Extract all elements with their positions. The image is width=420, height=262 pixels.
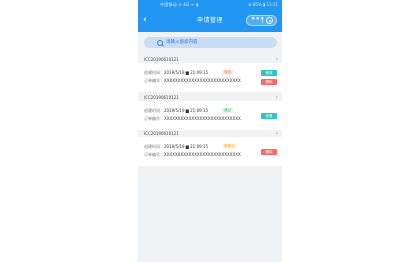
order-value: XXXXXXXXXXXXXXXXXXXXXXXXXXXX bbox=[164, 78, 241, 83]
card-header[interactable]: ICC20190610121 › bbox=[138, 56, 282, 63]
empty-area bbox=[138, 166, 282, 262]
order-label: 订单编号： bbox=[144, 78, 164, 83]
card-order-number: ICC20190610121 bbox=[144, 95, 179, 100]
search-placeholder: 请输入搜索内容 bbox=[166, 40, 198, 45]
order-value: XXXXXXXXXXXXXXXXXXXXXXXXXXXX bbox=[164, 152, 241, 157]
mini-program-capsule: ••• bbox=[246, 15, 277, 26]
order-row: 订单编号：XXXXXXXXXXXXXXXXXXXXXXXXXXXX bbox=[144, 152, 241, 158]
time-value: 2019/5/19 ▆ 21:09:15 bbox=[164, 108, 209, 113]
edit-button[interactable]: 修改 bbox=[261, 70, 277, 76]
status-badge: 通过 bbox=[222, 108, 233, 113]
status-badge: 驳回 bbox=[222, 70, 233, 75]
card-order-number: ICC20190610121 bbox=[144, 131, 179, 136]
nav-bar: ‹ 申请管理 ••• bbox=[138, 9, 282, 32]
chevron-right-icon[interactable]: › bbox=[276, 94, 278, 101]
order-label: 订单编号： bbox=[144, 152, 164, 157]
search-icon bbox=[157, 40, 163, 46]
order-row: 订单编号：XXXXXXXXXXXXXXXXXXXXXXXXXXXX bbox=[144, 78, 241, 84]
order-value: XXXXXXXXXXXXXXXXXXXXXXXXXXXX bbox=[164, 116, 241, 121]
time-row: 创建时间：2019/5/19 ▆ 21:09:15 bbox=[144, 70, 208, 76]
view-button[interactable]: 查看 bbox=[261, 113, 277, 119]
card-header[interactable]: ICC20190610121 › bbox=[138, 130, 282, 137]
card-header[interactable]: ICC20190610121 › bbox=[138, 94, 282, 101]
order-label: 订单编号： bbox=[144, 116, 164, 121]
card-order-number: ICC20190610121 bbox=[144, 57, 179, 62]
time-row: 创建时间：2019/5/19 ▆ 21:09:15 bbox=[144, 144, 208, 150]
status-bar-time: ⊕ 85% ▮ 13:11 bbox=[248, 2, 278, 7]
time-value: 2019/5/19 ▆ 21:09:15 bbox=[164, 70, 209, 75]
card-body: 创建时间：2019/5/19 ▆ 21:09:15 订单编号：XXXXXXXXX… bbox=[138, 137, 282, 159]
time-label: 创建时间： bbox=[144, 108, 164, 113]
status-bar-carrier: 中国移动 ⊙ 4G ᯤ ▮ bbox=[160, 2, 199, 7]
time-label: 创建时间： bbox=[144, 144, 164, 149]
application-card[interactable]: ICC20190610121 › 创建时间：2019/5/19 ▆ 21:09:… bbox=[138, 94, 282, 130]
order-row: 订单编号：XXXXXXXXXXXXXXXXXXXXXXXXXXXX bbox=[144, 116, 241, 122]
search-input[interactable]: 请输入搜索内容 bbox=[144, 37, 277, 48]
card-body: 创建时间：2019/5/19 ▆ 21:09:15 订单编号：XXXXXXXXX… bbox=[138, 63, 282, 85]
status-bar: 中国移动 ⊙ 4G ᯤ ▮ ⊕ 85% ▮ 13:11 bbox=[138, 0, 282, 9]
chevron-right-icon[interactable]: › bbox=[276, 56, 278, 63]
application-card[interactable]: ICC20190610121 › 创建时间：2019/5/19 ▆ 21:09:… bbox=[138, 130, 282, 166]
more-icon[interactable]: ••• bbox=[251, 16, 264, 25]
time-label: 创建时间： bbox=[144, 70, 164, 75]
application-card[interactable]: ICC20190610121 › 创建时间：2019/5/19 ▆ 21:09:… bbox=[138, 56, 282, 92]
time-row: 创建时间：2019/5/19 ▆ 21:09:15 bbox=[144, 108, 208, 114]
delete-button[interactable]: 删除 bbox=[261, 149, 277, 155]
chevron-right-icon[interactable]: › bbox=[276, 130, 278, 137]
time-value: 2019/5/19 ▆ 21:09:15 bbox=[164, 144, 209, 149]
delete-button[interactable]: 删除 bbox=[261, 79, 277, 85]
card-body: 创建时间：2019/5/19 ▆ 21:09:15 订单编号：XXXXXXXXX… bbox=[138, 101, 282, 123]
close-target-icon[interactable] bbox=[266, 17, 273, 24]
phone-screen: 中国移动 ⊙ 4G ᯤ ▮ ⊕ 85% ▮ 13:11 ‹ 申请管理 ••• 请… bbox=[138, 0, 282, 262]
status-badge: 审核中 bbox=[222, 144, 237, 149]
capsule-divider bbox=[262, 18, 263, 23]
